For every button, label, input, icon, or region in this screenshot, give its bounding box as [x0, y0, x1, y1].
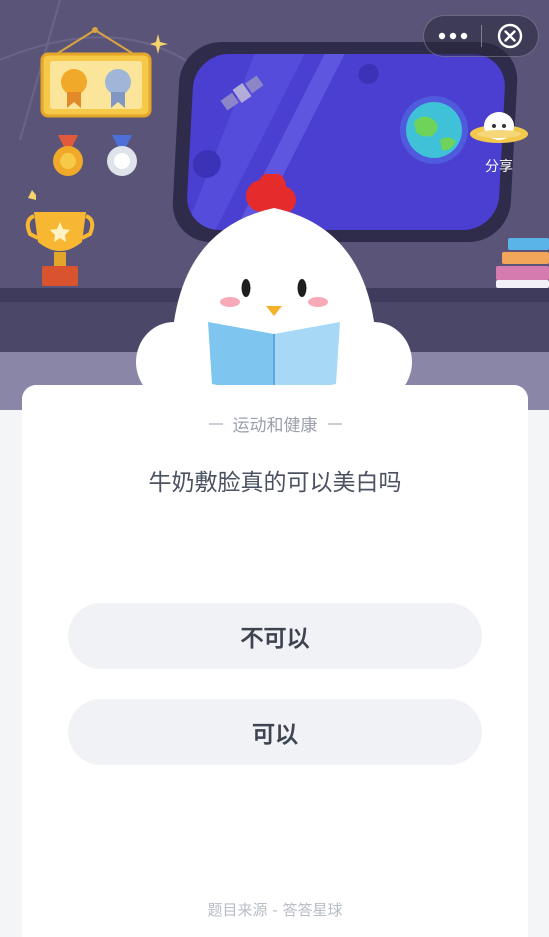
trophy-icon — [25, 190, 95, 286]
book-icon — [496, 238, 549, 288]
more-button[interactable] — [424, 15, 481, 57]
question-source: 题目来源 - 答答星球 — [207, 901, 343, 919]
option-label: 可以 — [252, 722, 298, 748]
option-label: 不可以 — [240, 626, 310, 652]
share-button[interactable]: 分享 — [468, 104, 530, 180]
share-label: 分享 — [485, 159, 513, 175]
medal-icon — [53, 135, 137, 176]
satellite-icon — [220, 75, 264, 111]
question-text: 牛奶敷脸真的可以美白吗 — [148, 470, 402, 496]
category-label: 运动和健康 — [22, 411, 528, 436]
category-dash-right — [327, 422, 342, 425]
question-card: 运动和健康 牛奶敷脸真的可以美白吗 不可以 可以 题目来源 - 答答星球 — [22, 385, 528, 937]
ufo-icon — [470, 112, 528, 143]
close-icon — [497, 23, 523, 49]
sparkle-icon — [150, 34, 168, 54]
option-button-yes[interactable]: 可以 — [68, 699, 482, 765]
category-text: 运动和健康 — [232, 416, 318, 436]
option-button-no[interactable]: 不可以 — [68, 603, 482, 669]
more-icon — [438, 32, 467, 40]
planet-icon — [400, 96, 468, 164]
chick-mascot — [136, 174, 412, 410]
close-button[interactable] — [482, 15, 538, 57]
mini-program-capsule — [423, 15, 539, 57]
award-plaque — [40, 52, 152, 118]
header-scene: 分享 — [0, 0, 549, 410]
category-dash-left — [208, 422, 223, 425]
